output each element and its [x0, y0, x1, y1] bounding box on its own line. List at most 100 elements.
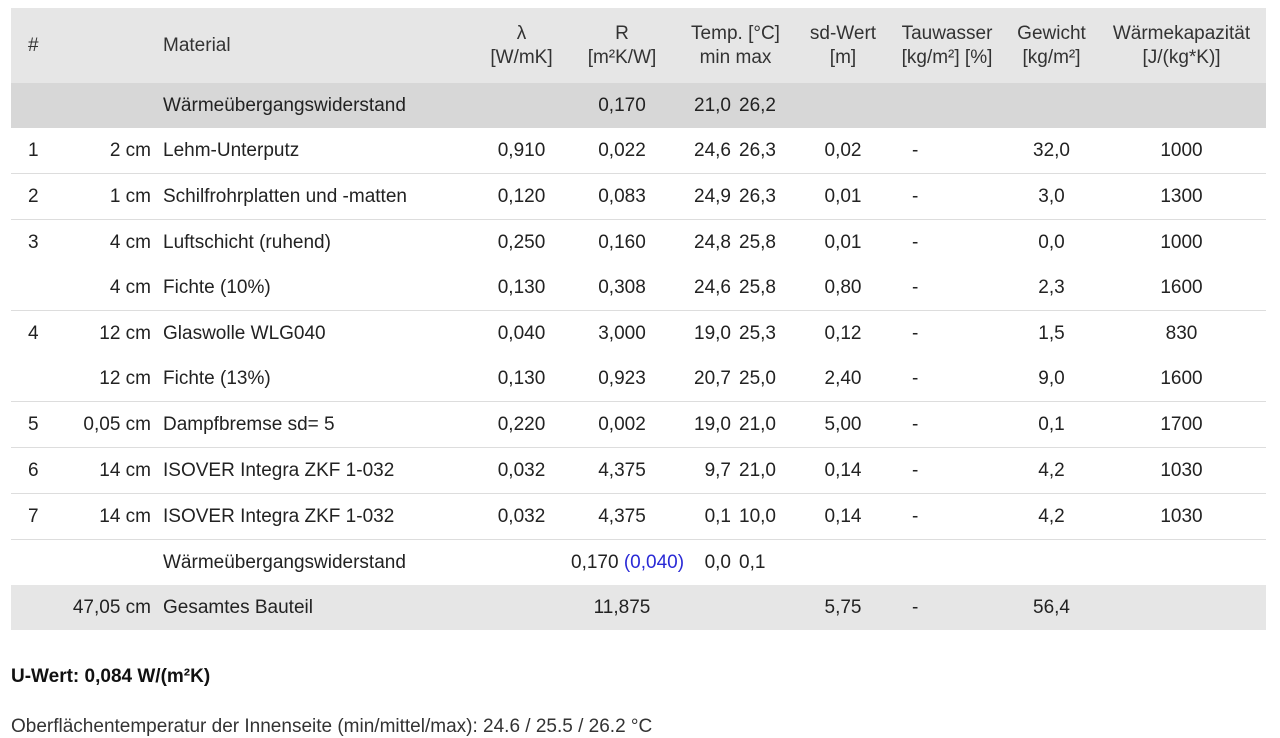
- row-material-text: Dampfbremse sd= 5: [163, 413, 335, 435]
- row-num-text: 2: [28, 185, 39, 207]
- row-r-value: 0,002: [571, 401, 673, 448]
- row-thickness-text: 12 cm: [99, 367, 151, 389]
- row-sd-value-text: 2,40: [824, 367, 862, 389]
- row-weight-text: 0,1: [1038, 413, 1065, 435]
- row-temp-min: 24,9: [673, 173, 735, 220]
- row-num: [11, 265, 50, 311]
- row-capacity: 1600: [1097, 356, 1266, 402]
- row-sd-value-text: 5,75: [824, 596, 862, 618]
- row-temp-max: 21,0: [735, 447, 798, 494]
- r-exterior-value: (0,040): [623, 551, 685, 573]
- row-thickness: [50, 83, 159, 128]
- table-row: 4 12 cm Glaswolle WLG040 0,040 3,000 19,0 25,3…: [11, 311, 1266, 357]
- row-r-value: 0,923: [571, 356, 673, 402]
- row-temp-min: 24,6: [673, 128, 735, 174]
- header-thickness: [50, 8, 159, 83]
- row-lambda: 0,040: [472, 311, 571, 357]
- row-tauwasser-text: -: [912, 413, 919, 435]
- row-tauwasser-text: -: [912, 231, 919, 253]
- row-sd-value-text: 0,12: [824, 322, 862, 344]
- layers-table: # Material λ [W/mK] R [m²K/W] Temp. [°C]…: [11, 8, 1266, 630]
- table-row: 7 14 cm ISOVER Integra ZKF 1-032 0,032 4,375…: [11, 493, 1266, 540]
- row-capacity-text: 1600: [1160, 367, 1203, 389]
- row-thickness: 1 cm: [50, 173, 159, 220]
- row-num: 1: [11, 128, 50, 174]
- row-r-value-text: 11,875: [593, 596, 651, 618]
- row-weight-text: 56,4: [1033, 596, 1070, 618]
- table-header: # Material λ [W/mK] R [m²K/W] Temp. [°C]…: [11, 8, 1266, 83]
- row-material: Schilfrohrplatten und -matten: [159, 173, 472, 220]
- row-weight: 4,2: [1006, 493, 1097, 540]
- row-temp-max: 25,3: [735, 311, 798, 357]
- row-lambda-text: 0,130: [497, 367, 546, 389]
- row-temp-max-text: 25,0: [739, 367, 776, 389]
- row-num: 7: [11, 493, 50, 540]
- header-material: Material: [159, 8, 472, 83]
- table-row: 6 14 cm ISOVER Integra ZKF 1-032 0,032 4,375…: [11, 447, 1266, 494]
- row-sd-value: 0,14: [798, 447, 888, 494]
- row-num: [11, 83, 50, 128]
- row-thickness-text: 14 cm: [99, 459, 151, 481]
- row-temp-max: 21,0: [735, 401, 798, 448]
- row-weight: 2,3: [1006, 265, 1097, 311]
- row-thickness: 12 cm: [50, 311, 159, 357]
- row-capacity-text: 1030: [1160, 505, 1203, 527]
- row-sd-value: 5,00: [798, 401, 888, 448]
- row-num-text: 6: [28, 459, 39, 481]
- row-tauwasser-text: -: [912, 276, 919, 298]
- row-lambda: 0,250: [472, 220, 571, 266]
- row-material-text: ISOVER Integra ZKF 1-032: [163, 459, 395, 481]
- row-r-value: 0,308: [571, 265, 673, 311]
- row-lambda-text: 0,032: [497, 459, 546, 481]
- row-sd-value: 5,75: [798, 585, 888, 630]
- row-r-value-text: 0,170: [571, 551, 619, 573]
- row-capacity: 1700: [1097, 401, 1266, 448]
- row-temp-min-text: 20,7: [694, 367, 731, 389]
- row-weight: 1,5: [1006, 311, 1097, 357]
- row-sd-value: [798, 83, 888, 128]
- row-temp-min-text: 0,1: [704, 505, 731, 527]
- row-num: 3: [11, 220, 50, 266]
- row-capacity: [1097, 83, 1266, 128]
- row-sd-value: 0,80: [798, 265, 888, 311]
- row-thickness: 12 cm: [50, 356, 159, 402]
- row-r-value-text: 0,022: [598, 139, 646, 161]
- row-thickness: [50, 540, 159, 586]
- header-sd: sd-Wert [m]: [798, 8, 888, 83]
- row-capacity: [1097, 540, 1266, 586]
- row-r-value: 0,022: [571, 128, 673, 174]
- row-thickness: 0,05 cm: [50, 401, 159, 448]
- row-temp-min-text: 21,0: [694, 94, 731, 116]
- row-temp-min-text: 24,9: [694, 185, 731, 207]
- row-material: Fichte (13%): [159, 356, 472, 402]
- row-num: 2: [11, 173, 50, 220]
- row-thickness: 47,05 cm: [50, 585, 159, 630]
- table-row: 4 cm Fichte (10%) 0,130 0,308 24,6 25,8 0,80 - 2…: [11, 265, 1266, 311]
- row-temp-min: 24,6: [673, 265, 735, 311]
- row-weight: 9,0: [1006, 356, 1097, 402]
- row-material: Luftschicht (ruhend): [159, 220, 472, 266]
- row-weight-text: 4,2: [1038, 505, 1065, 527]
- row-thickness: 14 cm: [50, 447, 159, 494]
- row-temp-max-text: 25,8: [739, 231, 776, 253]
- row-temp-min-text: 24,8: [694, 231, 731, 253]
- row-lambda: [472, 585, 571, 630]
- row-r-value-text: 0,083: [598, 185, 646, 207]
- header-capacity: Wärmekapazität [J/(kg*K)]: [1097, 8, 1266, 83]
- row-temp-min: 24,8: [673, 220, 735, 266]
- row-lambda: 0,130: [472, 265, 571, 311]
- row-temp-max: [735, 585, 798, 630]
- row-material-text: Wärmeübergangswiderstand: [163, 551, 406, 573]
- row-material-text: Luftschicht (ruhend): [163, 231, 331, 253]
- row-capacity-text: 1700: [1160, 413, 1203, 435]
- row-sd-value: 0,02: [798, 128, 888, 174]
- row-tauwasser-text: -: [912, 322, 919, 344]
- row-material: Glaswolle WLG040: [159, 311, 472, 357]
- row-capacity-text: 1000: [1160, 139, 1203, 161]
- row-sd-value: 0,12: [798, 311, 888, 357]
- row-weight: 56,4: [1006, 585, 1097, 630]
- row-tauwasser: -: [888, 493, 1006, 540]
- row-num: [11, 540, 50, 586]
- row-num-text: 1: [28, 139, 39, 161]
- row-tauwasser-text: -: [912, 596, 919, 618]
